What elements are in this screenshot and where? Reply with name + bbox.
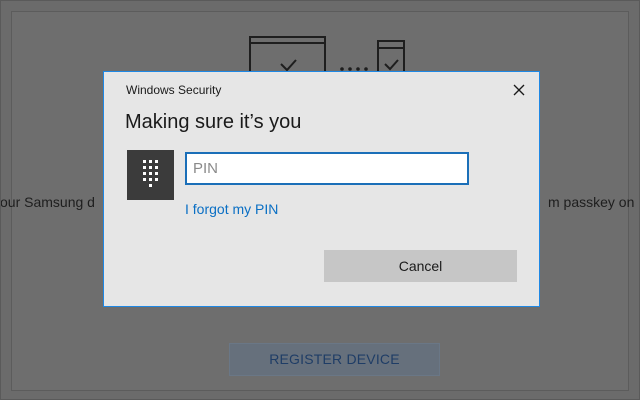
windows-security-dialog: Windows Security Making sure it’s you I … [103, 71, 540, 307]
background-text-left: our Samsung d [0, 194, 95, 210]
forgot-pin-link[interactable]: I forgot my PIN [185, 201, 278, 217]
keypad-icon-tile [127, 150, 174, 200]
close-icon [513, 84, 525, 96]
register-device-button[interactable]: REGISTER DEVICE [229, 343, 440, 376]
close-button[interactable] [508, 80, 530, 100]
cancel-button[interactable]: Cancel [324, 250, 517, 282]
background-text-right: m passkey on [548, 194, 635, 210]
dialog-window-title: Windows Security [126, 83, 222, 97]
dialog-heading: Making sure it’s you [125, 111, 302, 133]
pin-input[interactable] [185, 152, 469, 185]
keypad-icon [143, 160, 158, 187]
